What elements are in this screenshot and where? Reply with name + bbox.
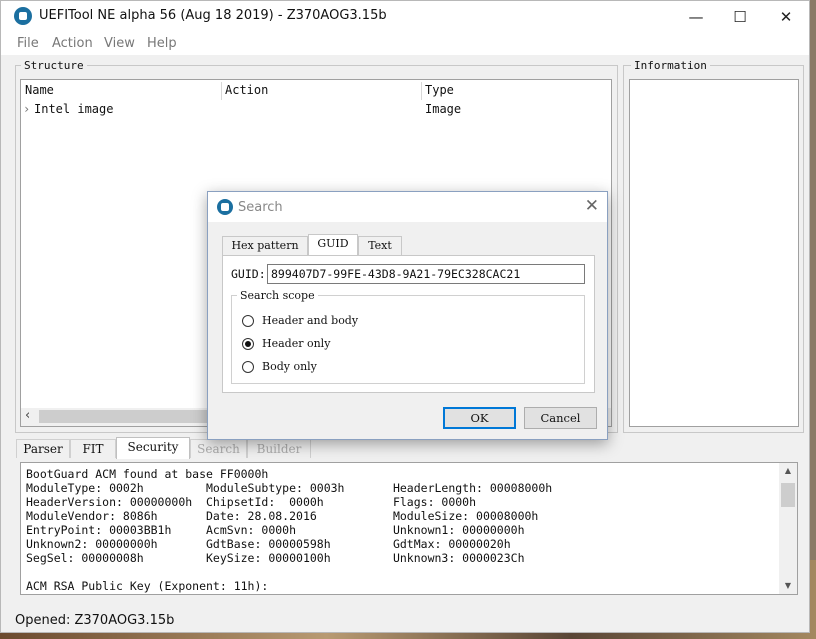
uefitool-app-icon [14,7,32,25]
column-divider [221,82,222,100]
column-header-action[interactable]: Action [225,83,268,97]
close-button[interactable]: ✕ [763,1,809,33]
tree-row-type[interactable]: Image [425,102,461,116]
search-scope-label: Search scope [237,289,318,302]
minimize-button[interactable]: — [673,1,719,33]
dialog-title: Search [238,200,283,215]
uefitool-app-icon [217,199,233,215]
title-bar: UEFITool NE alpha 56 (Aug 18 2019) - Z37… [1,1,809,33]
search-scope-group: Header and body Header only Body only [231,295,585,384]
guid-label: GUID: [231,267,266,281]
scroll-down-arrow-icon[interactable]: ▼ [779,578,797,594]
status-bar-text: Opened: Z370AOG3.15b [15,613,175,628]
tab-parser[interactable]: Parser [16,439,70,458]
security-log[interactable]: BootGuard ACM found at base FF0000h Modu… [20,462,798,595]
log-line: EntryPoint: 00003BB1h AcmSvn: 0000h Unkn… [26,523,525,537]
radio-header-only[interactable] [242,338,254,350]
structure-group-label: Structure [21,59,87,72]
column-divider [421,82,422,100]
scrollbar-thumb[interactable] [39,410,229,423]
log-line: ModuleVendor: 8086h Date: 28.08.2016 Mod… [26,509,539,523]
tree-row-name[interactable]: Intel image [34,102,113,116]
dialog-title-bar: Search ✕ [208,192,607,222]
column-header-type[interactable]: Type [425,83,454,97]
menu-view[interactable]: View [104,36,135,51]
log-line: HeaderVersion: 00000000h ChipsetId: 0000… [26,495,477,509]
tab-security[interactable]: Security [116,437,190,459]
log-line: BootGuard ACM found at base FF0000h [26,467,269,481]
window-title: UEFITool NE alpha 56 (Aug 18 2019) - Z37… [39,8,387,23]
ok-button[interactable]: OK [443,407,516,429]
scrollbar-thumb[interactable] [781,483,795,507]
menu-file[interactable]: File [17,36,39,51]
guid-tab-panel: GUID: 899407D7-99FE-43D8-9A21-79EC328CAC… [222,255,595,393]
radio-header-and-body[interactable] [242,315,254,327]
cancel-button[interactable]: Cancel [524,407,597,429]
radio-label-header-only[interactable]: Header only [262,337,330,350]
menu-help[interactable]: Help [147,36,177,51]
menu-action[interactable]: Action [52,36,93,51]
log-line: ACM RSA Public Key (Exponent: 11h): [26,579,269,593]
tab-hex-pattern[interactable]: Hex pattern [222,236,308,255]
scroll-left-arrow-icon[interactable]: ‹ [25,408,30,423]
tab-guid[interactable]: GUID [308,234,358,256]
menu-bar: File Action View Help [1,33,809,55]
information-group-label: Information [631,59,710,72]
log-line: SegSel: 00000008h KeySize: 00000100h Unk… [26,551,525,565]
log-line: Unknown2: 00000000h GdtBase: 00000598h G… [26,537,511,551]
maximize-button[interactable]: ☐ [717,1,763,33]
tab-search[interactable]: Search [190,439,247,458]
tab-fit[interactable]: FIT [70,439,116,458]
radio-label-body-only[interactable]: Body only [262,360,317,373]
radio-label-header-and-body[interactable]: Header and body [262,314,358,327]
radio-body-only[interactable] [242,361,254,373]
dialog-close-icon[interactable]: ✕ [585,196,599,216]
vertical-scrollbar[interactable]: ▲ ▼ [779,463,797,594]
information-panel[interactable] [629,79,799,427]
tab-builder[interactable]: Builder [247,439,311,458]
guid-input[interactable]: 899407D7-99FE-43D8-9A21-79EC328CAC21 [267,264,585,284]
search-dialog: Search ✕ Hex pattern GUID Text GUID: 899… [207,191,608,440]
scroll-up-arrow-icon[interactable]: ▲ [779,463,797,479]
log-line: ModuleType: 0002h ModuleSubtype: 0003h H… [26,481,553,495]
column-header-name[interactable]: Name [25,83,54,97]
tab-text[interactable]: Text [358,236,402,255]
expand-arrow-icon[interactable]: › [23,102,30,116]
